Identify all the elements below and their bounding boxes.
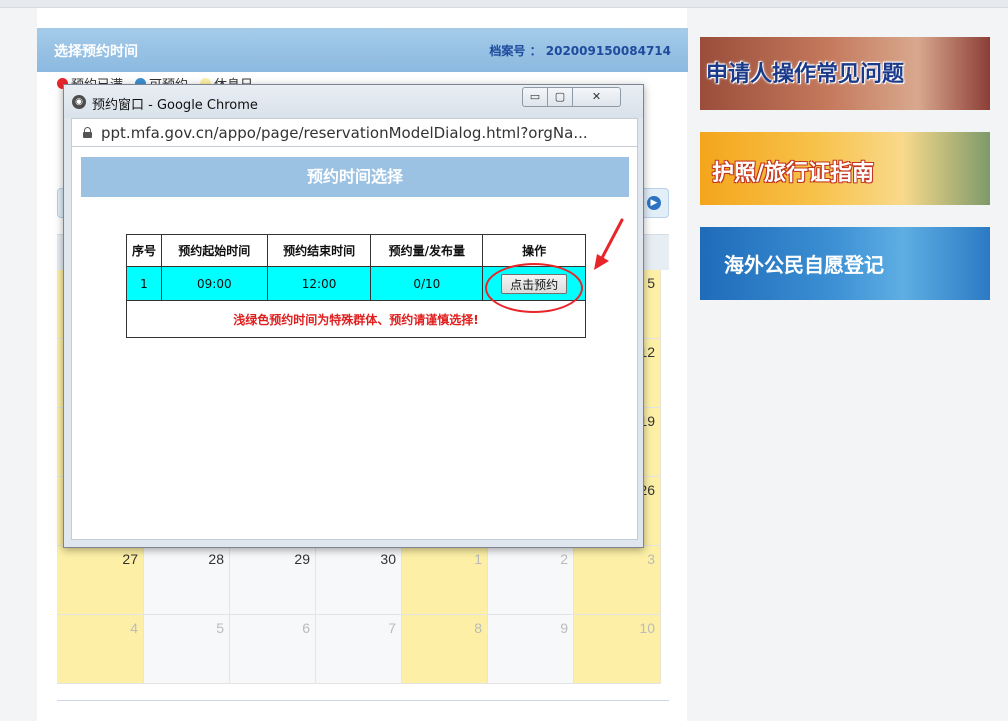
- popup-window-title: 预约窗口 - Google Chrome: [92, 98, 258, 113]
- calendar-next-button[interactable]: ▶: [640, 188, 669, 218]
- calendar-day-cell[interactable]: 7: [316, 615, 402, 684]
- cell-no: 1: [126, 266, 162, 301]
- table-header-row: 序号 预约起始时间 预约结束时间 预约量/发布量 操作: [126, 234, 586, 267]
- col-header-count: 预约量/发布量: [370, 234, 484, 267]
- popup-header: 预约时间选择: [81, 157, 629, 197]
- chrome-icon: ◉: [72, 95, 86, 109]
- calendar-day-cell[interactable]: 1: [402, 546, 488, 615]
- calendar-day-cell[interactable]: 3: [574, 546, 661, 615]
- file-number: 档案号 ： 202009150084714: [489, 44, 671, 58]
- popup-url: ppt.mfa.gov.cn/appo/page/reservationMode…: [101, 124, 588, 142]
- panel-title: 选择预约时间: [54, 44, 138, 60]
- calendar-day-cell[interactable]: 30: [316, 546, 402, 615]
- col-header-no: 序号: [126, 234, 162, 267]
- calendar-week-row: 27 28 29 30 1 2 3: [57, 546, 669, 615]
- popup-url-bar[interactable]: ppt.mfa.gov.cn/appo/page/reservationMode…: [71, 118, 638, 147]
- calendar-day-cell[interactable]: 2: [488, 546, 574, 615]
- red-arrow-icon: [594, 218, 624, 270]
- browser-top-strip: [0, 0, 1008, 8]
- maximize-button[interactable]: ▢: [548, 87, 573, 107]
- banner-passport-guide[interactable]: 护照/旅行证指南: [700, 132, 990, 205]
- popup-titlebar[interactable]: ◉ 预约窗口 - Google Chrome ▭ ▢ ✕: [64, 85, 643, 118]
- cell-end-time: 12:00: [266, 266, 372, 301]
- calendar-day-cell[interactable]: 9: [488, 615, 574, 684]
- cell-start-time: 09:00: [160, 266, 268, 301]
- lock-icon: [83, 127, 92, 138]
- close-button[interactable]: ✕: [573, 87, 621, 107]
- banner-passport-text: 护照/旅行证指南: [712, 161, 875, 186]
- banner-overseas-registration[interactable]: 海外公民自愿登记: [700, 227, 990, 300]
- col-header-action: 操作: [482, 234, 586, 267]
- calendar-day-cell[interactable]: 27: [57, 546, 144, 615]
- calendar-day-cell[interactable]: 10: [574, 615, 661, 684]
- next-arrow-icon: ▶: [647, 196, 661, 210]
- calendar-day-cell[interactable]: 6: [230, 615, 316, 684]
- calendar-day-cell[interactable]: 5: [144, 615, 230, 684]
- divider: [57, 700, 669, 701]
- calendar-week-row: 4 5 6 7 8 9 10: [57, 615, 669, 684]
- calendar-day-cell[interactable]: 28: [144, 546, 230, 615]
- col-header-end: 预约结束时间: [266, 234, 372, 267]
- popup-content: 预约时间选择 序号 预约起始时间 预约结束时间 预约量/发布量 操作 1 09:…: [71, 147, 638, 540]
- banner-faq-text: 申请人操作常见问题: [706, 62, 905, 87]
- banner-registration-text: 海外公民自愿登记: [724, 253, 884, 277]
- panel-header: 选择预约时间 档案号 ： 202009150084714: [37, 28, 688, 72]
- cell-count: 0/10: [370, 266, 484, 301]
- calendar-day-cell[interactable]: 29: [230, 546, 316, 615]
- reservation-popup-window: ◉ 预约窗口 - Google Chrome ▭ ▢ ✕ ppt.mfa.gov…: [63, 84, 644, 548]
- window-controls: ▭ ▢ ✕: [522, 87, 638, 107]
- calendar-day-cell[interactable]: 4: [57, 615, 144, 684]
- col-header-start: 预约起始时间: [160, 234, 268, 267]
- calendar-day-cell[interactable]: 8: [402, 615, 488, 684]
- minimize-button[interactable]: ▭: [522, 87, 548, 107]
- banner-faq[interactable]: 申请人操作常见问题: [700, 37, 990, 110]
- red-highlight-circle: [485, 263, 583, 313]
